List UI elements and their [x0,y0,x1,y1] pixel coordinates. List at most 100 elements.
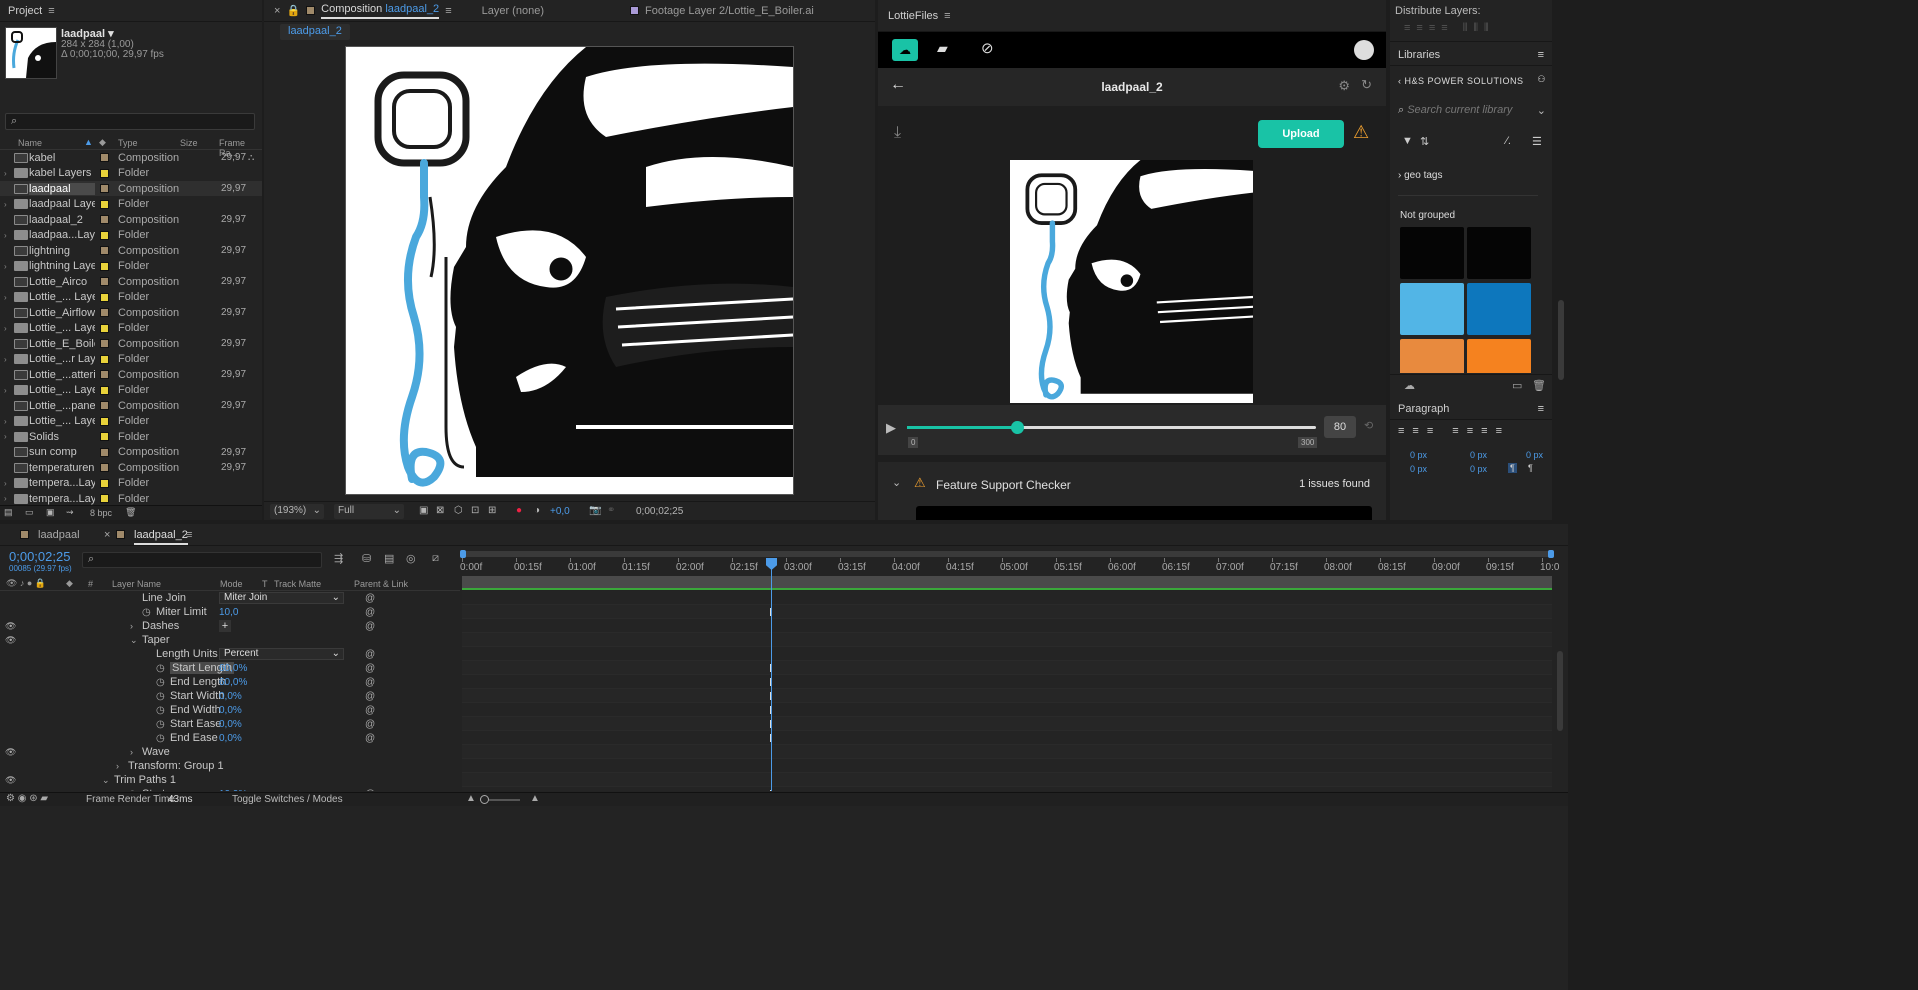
new-comp-icon[interactable]: ▣ [46,507,55,518]
project-list-item[interactable]: › Lottie_... Layers Folder [0,290,262,305]
track-lane[interactable] [462,689,1552,703]
label-color-swatch[interactable] [100,168,109,178]
composition-canvas[interactable] [345,46,794,495]
download-icon[interactable]: ⤓ [894,124,901,142]
zoom-select[interactable]: (193%) ⌄ [270,504,324,519]
property-row[interactable]: ◷ Start Length 60,0% @ [0,661,460,675]
lottie-explore-icon[interactable]: ⊘ [981,39,994,57]
close-tab-icon[interactable]: × [274,5,280,17]
property-row[interactable]: ◷ Miter Limit 10,0 @ [0,605,460,619]
library-trash-icon[interactable]: 🗑 [1532,379,1546,392]
upload-button[interactable]: Upload [1258,120,1344,148]
sort-icon[interactable]: ⇅ [1420,135,1429,148]
col-mode[interactable]: Mode [220,579,243,589]
lottie-home-icon[interactable]: ☁ [892,39,918,61]
library-color-swatch[interactable] [1400,339,1464,373]
draft-3d-icon[interactable]: ⇶ [334,552,343,565]
color-channel-icon[interactable]: ● [516,505,522,516]
col-parent-link[interactable]: Parent & Link [354,579,408,589]
label-color-swatch[interactable] [100,246,109,255]
col-name[interactable]: Name [18,138,42,148]
timeline-zoom-slider[interactable] [480,795,520,804]
add-folder-icon[interactable]: ▭ [1512,379,1522,392]
label-color-swatch[interactable] [100,385,109,395]
library-color-swatch[interactable] [1400,227,1464,279]
footer-switch-icons[interactable]: ⚙ ◉ ⊛ ▰ [6,793,48,804]
space-after-value[interactable]: 0 px [1470,464,1487,474]
indent-first-value[interactable]: 0 px [1470,450,1487,460]
show-snapshot-icon[interactable]: ⚭ [607,505,615,516]
eye-icon[interactable]: 👁 [5,747,16,758]
track-lane[interactable] [462,661,1552,675]
resolution-select[interactable]: Full ⌄ [334,504,404,519]
timeline-scrollbar[interactable] [1554,551,1566,791]
expand-arrow-icon[interactable]: › [4,231,14,240]
label-color-swatch[interactable] [100,308,109,317]
exposure-value[interactable]: +0,0 [550,506,570,517]
stopwatch-icon[interactable]: ◷ [142,607,151,618]
expression-pickwhip-icon[interactable]: @ [365,691,375,702]
property-value[interactable]: 60,0% [219,677,247,688]
expand-arrow-icon[interactable]: › [4,169,14,178]
new-folder-icon[interactable]: ▭ [25,507,34,518]
zoom-in-icon[interactable]: ▲ [530,793,540,804]
track-lane[interactable] [462,647,1552,661]
project-list-item[interactable]: › Solids Folder [0,429,262,444]
project-list-item[interactable]: › lightning Layers Folder [0,259,262,274]
label-color-swatch[interactable] [100,277,109,286]
playback-scrubber[interactable] [907,421,1316,434]
add-dash-button[interactable]: + [219,620,231,632]
track-lane[interactable] [462,675,1552,689]
toggle-switches-modes[interactable]: Toggle Switches / Modes [232,794,343,805]
eye-icon[interactable]: 👁 [5,775,16,786]
track-lane[interactable] [462,619,1552,633]
project-list-item[interactable]: › Lottie_... Layers Folder [0,321,262,336]
library-color-swatch[interactable] [1400,283,1464,335]
flowchart-icon[interactable]: ⇝ [66,507,74,518]
project-list-item[interactable]: kabel Composition 29,97 ⛬ [0,150,262,165]
space-before-value[interactable]: 0 px [1526,450,1543,460]
project-list-item[interactable]: Lottie_Airco Composition 29,97 [0,274,262,289]
expression-pickwhip-icon[interactable]: @ [365,649,375,660]
expand-arrow-icon[interactable]: › [130,747,133,757]
project-list-item[interactable]: › tempera...Layers Folder [0,491,262,506]
property-row[interactable]: 👁 › Dashes + @ [0,619,460,633]
project-list-item[interactable]: sun comp Composition 29,97 [0,445,262,460]
project-list-item[interactable]: › laadpaal Layers Folder [0,197,262,212]
timeline-timecode[interactable]: 0;00;02;25 [9,549,70,564]
track-lane[interactable] [462,605,1552,619]
geo-tags-group[interactable]: › geo tags [1398,170,1538,196]
property-row[interactable]: › Transform: Group 1 [0,759,460,773]
label-color-swatch[interactable] [100,153,109,162]
libraries-menu-icon[interactable]: ≡ [1538,49,1544,61]
loop-icon[interactable]: ⟲ [1364,419,1373,432]
expression-pickwhip-icon[interactable]: @ [365,733,375,744]
refresh-icon[interactable]: ↻ [1361,77,1372,93]
property-row[interactable]: ◷ End Ease 0,0% @ [0,731,460,745]
expand-arrow-icon[interactable]: › [116,761,119,771]
mask-visibility-icon[interactable]: ⬡ [454,505,463,516]
property-value[interactable]: 0,0% [219,733,242,744]
close-timeline-tab-icon[interactable]: × [104,529,110,541]
project-list-item[interactable]: › Lottie_... Layers Folder [0,414,262,429]
property-value[interactable]: 0,0% [219,719,242,730]
lottie-panel-menu-icon[interactable]: ≡ [944,10,950,22]
label-color-swatch[interactable] [100,215,109,224]
track-lane[interactable] [462,591,1552,605]
project-list-item[interactable]: › laadpaa...Layers Folder [0,228,262,243]
snapshot-icon[interactable]: 📷 [589,505,601,516]
property-row[interactable]: ◷ End Length 60,0% @ [0,675,460,689]
timeline-scrollbar-thumb[interactable] [1557,651,1563,731]
track-lane[interactable] [462,633,1552,647]
scrubber-handle[interactable] [1011,421,1025,434]
expression-pickwhip-icon[interactable]: @ [365,593,375,604]
lock-icon[interactable]: 🔒 [286,4,300,17]
label-color-swatch[interactable] [100,494,109,503]
expression-pickwhip-icon[interactable]: @ [365,607,375,618]
search-chevron-icon[interactable]: ⌄ [1537,104,1546,117]
col-type[interactable]: Type [118,138,138,148]
label-color-swatch[interactable] [100,199,109,209]
expression-pickwhip-icon[interactable]: @ [365,663,375,674]
flowchart-node-icon[interactable]: ⛬ [248,152,254,163]
project-list-item[interactable]: › kabel Layers Folder [0,166,262,181]
